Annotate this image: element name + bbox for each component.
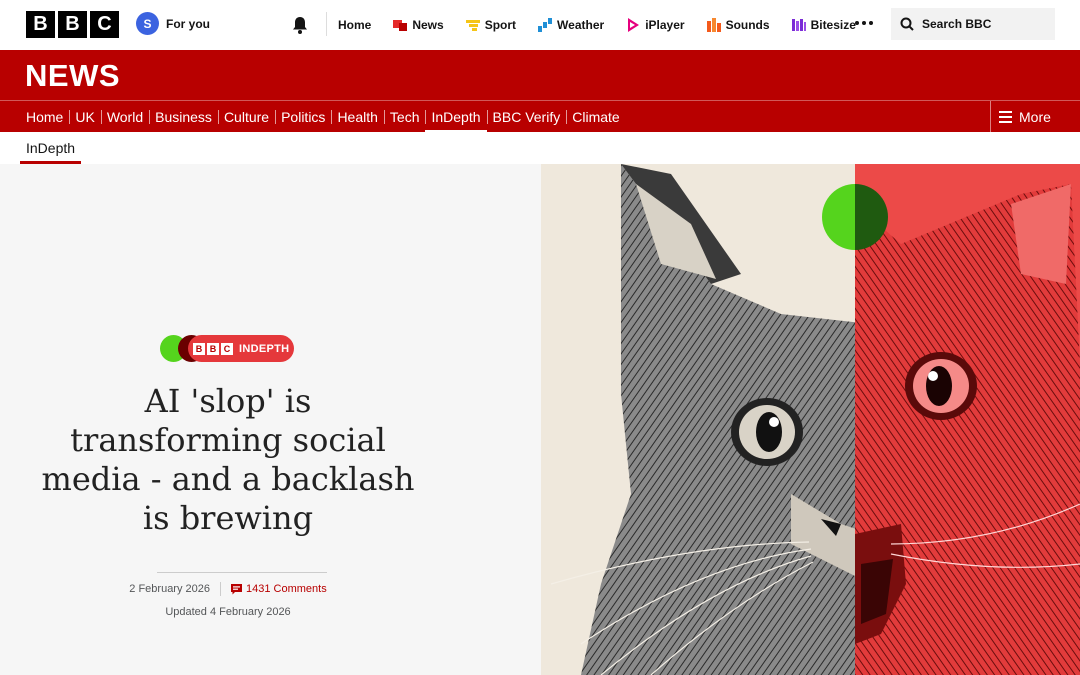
section-nav-politics[interactable]: Politics [275,101,331,132]
section-nav-business[interactable]: Business [149,101,218,132]
bitesize-icon [791,19,806,31]
hero-text-panel: B B C INDEPTH AI 'slop' is transforming … [0,164,541,675]
global-nav-label: News [412,18,444,32]
global-nav-label: iPlayer [645,18,685,32]
more-button[interactable]: More [990,101,1080,132]
article-meta: 2 February 2026 1431 Comments [100,582,356,596]
global-nav-label: Sounds [725,18,770,32]
article-updated: Updated 4 February 2026 [165,606,291,618]
search-placeholder: Search BBC [922,17,992,31]
bbc-logo[interactable]: B B C [26,11,119,38]
news-banner: NEWS [0,50,1080,100]
logo-letter: C [90,11,119,38]
global-nav-label: Home [338,18,372,32]
hamburger-icon [999,110,1012,123]
more-menu-icon[interactable] [855,21,873,25]
global-nav-bitesize[interactable]: Bitesize [791,18,856,32]
global-nav-label: Bitesize [810,18,856,32]
badge-label: INDEPTH [239,342,290,355]
meta-divider [157,572,327,573]
news-brand[interactable]: NEWS [25,58,120,94]
article-hero: B B C INDEPTH AI 'slop' is transforming … [0,164,1080,675]
badge-logo-letter: B [193,342,205,355]
comments-link[interactable]: 1431 Comments [231,583,327,595]
hero-image [541,164,1080,675]
global-nav-weather[interactable]: Weather [538,18,604,32]
section-nav-bbc-verify[interactable]: BBC Verify [486,101,567,132]
for-you-label: For you [166,16,210,31]
global-nav-news[interactable]: News [393,18,444,32]
for-you-link[interactable]: S For you [136,12,210,35]
article-headline: AI 'slop' is transforming social media -… [41,382,415,537]
cat-illustration-icon [541,164,1080,675]
meta-separator [220,582,221,596]
global-nav-label: Sport [484,18,517,32]
global-nav-iplayer[interactable]: iPlayer [626,18,685,32]
sounds-icon [706,18,721,32]
section-nav-tech[interactable]: Tech [383,101,426,132]
avatar: S [136,12,159,35]
global-nav-home[interactable]: Home [338,18,371,32]
badge-logo-letter: B [207,342,219,355]
iplayer-icon [628,18,640,32]
section-nav-climate[interactable]: Climate [566,101,625,132]
comment-icon [231,583,242,594]
global-header: B B C S For you Home News Sport Weather … [0,0,1080,50]
search-box[interactable]: Search BBC [891,8,1055,40]
search-icon [900,17,914,31]
section-nav-uk[interactable]: UK [69,101,100,132]
section-nav-culture[interactable]: Culture [217,101,275,132]
section-nav-home[interactable]: Home [20,101,69,132]
logo-letter: B [26,11,55,38]
news-icon [393,20,408,31]
header-divider [326,12,327,36]
section-nav: Home UK World Business Culture Politics … [0,100,1080,133]
tab-indepth[interactable]: InDepth [20,132,82,164]
bell-icon[interactable] [290,15,310,35]
sub-nav: InDepth [0,132,1080,164]
weather-icon [538,18,553,32]
global-nav-label: Weather [557,18,605,32]
global-nav-sport[interactable]: Sport [465,18,517,32]
logo-letter: B [58,11,87,38]
section-nav-indepth[interactable]: InDepth [425,101,487,133]
sport-icon [465,20,480,31]
global-nav: Home News Sport Weather iPlayer Sounds B… [338,0,878,50]
section-nav-world[interactable]: World [100,101,149,132]
article-date: 2 February 2026 [129,583,210,595]
badge-logo-letter: C [221,342,233,355]
section-nav-health[interactable]: Health [331,101,383,132]
global-nav-sounds[interactable]: Sounds [706,18,770,32]
badge-bbc-logo: B B C [193,342,233,355]
more-label: More [1019,108,1051,125]
comments-count: 1431 Comments [246,583,327,595]
badge-pill: B B C INDEPTH [188,335,294,362]
